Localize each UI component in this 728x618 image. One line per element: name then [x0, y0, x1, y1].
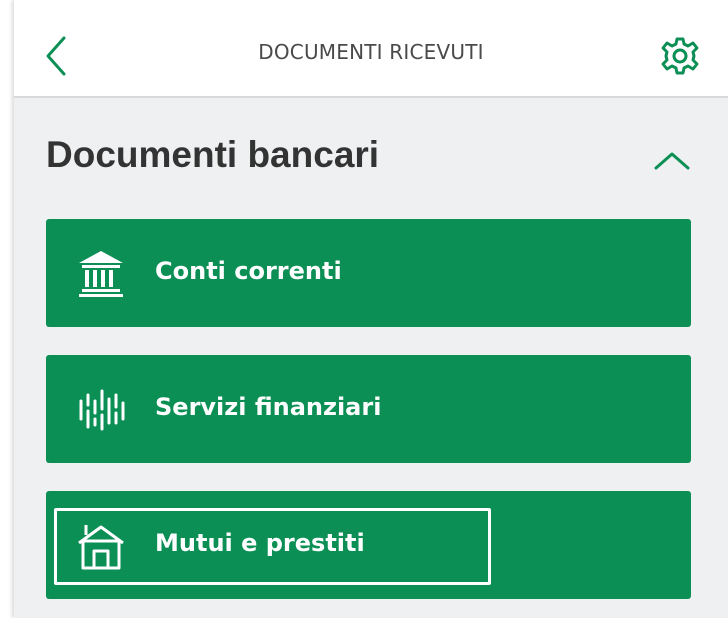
house-icon: [78, 525, 124, 570]
page-title: DOCUMENTI RICEVUTI: [258, 40, 484, 64]
settings-button[interactable]: [658, 34, 702, 78]
menu-item-label: Conti correnti: [155, 257, 342, 285]
app-screen: DOCUMENTI RICEVUTI Documenti bancari Con…: [14, 0, 728, 618]
gear-icon: [661, 37, 699, 75]
chevron-up-icon[interactable]: [650, 146, 694, 174]
menu-item-label: Servizi finanziari: [155, 393, 382, 421]
section-header-documenti-bancari[interactable]: Documenti bancari: [46, 130, 696, 186]
chart-bars-icon: [79, 389, 125, 431]
menu-item-conti-correnti[interactable]: Conti correnti: [46, 219, 691, 327]
menu-item-servizi-finanziari[interactable]: Servizi finanziari: [46, 355, 691, 463]
bank-building-icon: [79, 251, 123, 297]
menu-item-label: Mutui e prestiti: [155, 529, 365, 557]
menu-item-mutui-e-prestiti[interactable]: Mutui e prestiti: [46, 491, 691, 599]
top-bar: DOCUMENTI RICEVUTI: [14, 0, 728, 98]
section-title: Documenti bancari: [46, 134, 380, 175]
